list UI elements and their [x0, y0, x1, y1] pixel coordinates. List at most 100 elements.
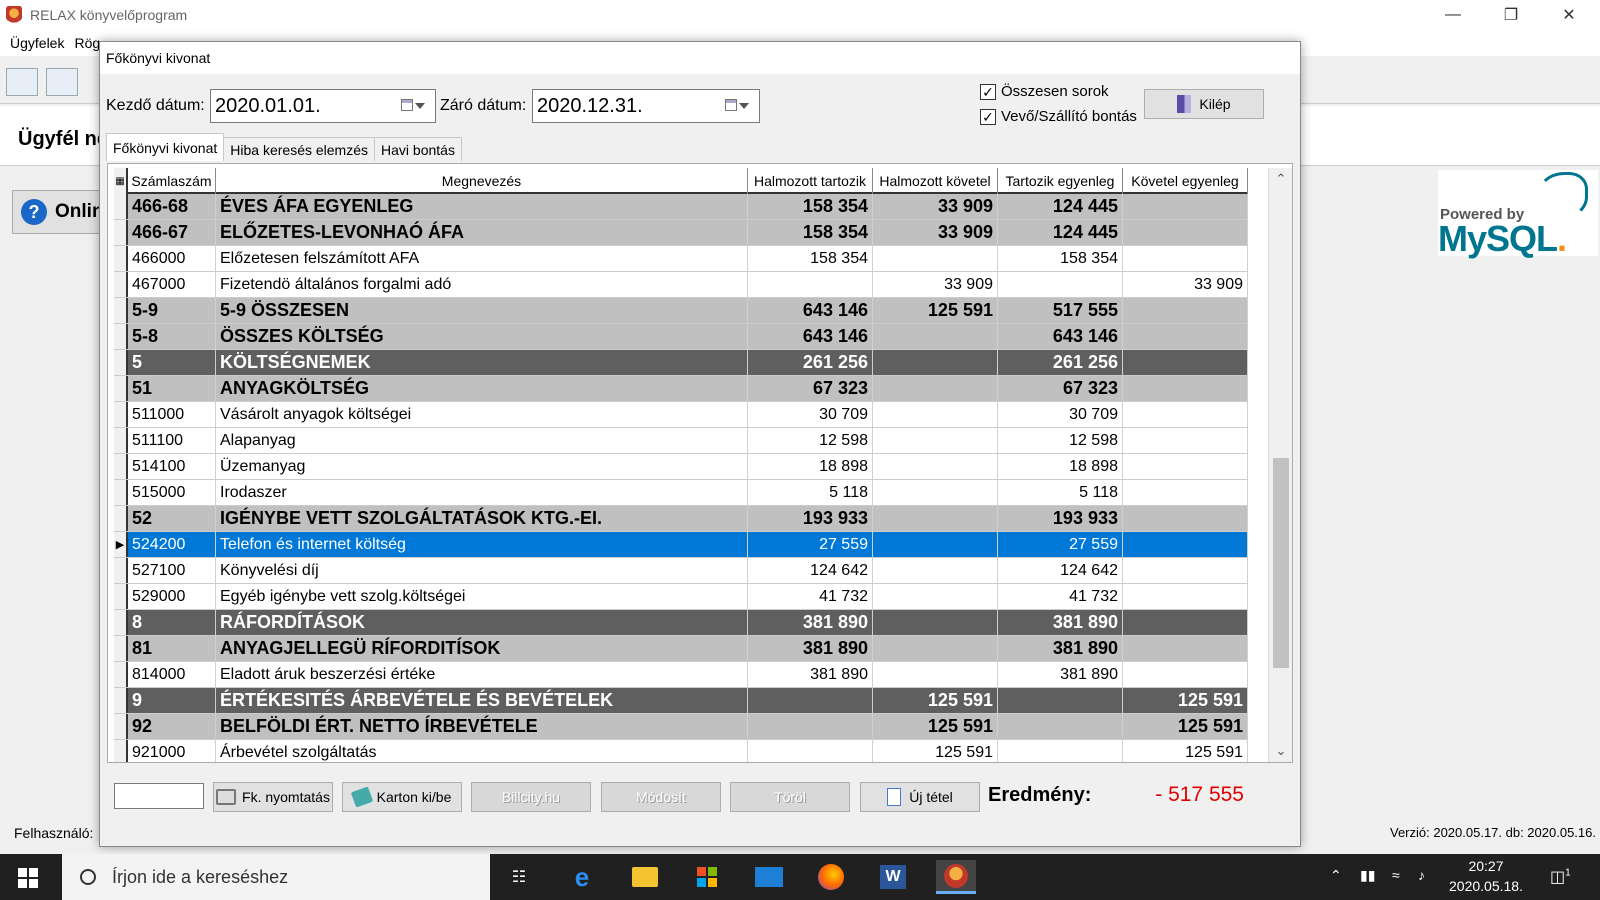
row-indicator[interactable]	[114, 506, 128, 531]
row-indicator[interactable]	[114, 636, 128, 661]
row-indicator[interactable]	[114, 298, 128, 323]
col-account-number[interactable]: Számlaszám	[128, 168, 216, 194]
row-indicator[interactable]	[114, 454, 128, 479]
grid-scrollbar[interactable]: ⌃ ⌄	[1268, 168, 1292, 762]
start-date-input[interactable]: 2020.01.01.	[210, 89, 436, 123]
table-row[interactable]: 529000 Egyéb igénybe vett szolg.költségei…	[114, 584, 1248, 610]
tab-monthly-breakdown[interactable]: Havi bontás	[374, 137, 462, 161]
checkbox-icon[interactable]: ✓	[980, 83, 996, 100]
restore-icon[interactable]: ❐	[1482, 0, 1540, 30]
ledger-grid[interactable]: ▦ Számlaszám Megnevezés Halmozott tartoz…	[114, 168, 1248, 762]
table-row[interactable]: 466-67 ELŐZETES-LEVONHAÓ ÁFA 158 354 33 909…	[114, 220, 1248, 246]
row-indicator[interactable]	[114, 688, 128, 713]
row-indicator[interactable]	[114, 376, 128, 401]
row-indicator[interactable]	[114, 610, 128, 635]
total-rows-checkbox[interactable]: ✓ Összesen sorok	[980, 83, 1109, 100]
col-cumulative-debit[interactable]: Halmozott tartozik	[748, 168, 873, 194]
store-icon[interactable]	[690, 860, 724, 894]
row-indicator[interactable]	[114, 350, 128, 375]
table-row[interactable]: 466-68 ÉVES ÁFA EGYENLEG 158 354 33 909 124 …	[114, 194, 1248, 220]
customer-supplier-split-checkbox[interactable]: ✓ Vevő/Szállító bontás	[980, 108, 1137, 125]
windows-start-icon[interactable]	[18, 868, 38, 888]
table-row[interactable]: 51 ANYAGKÖLTSÉG 67 323 67 323	[114, 376, 1248, 402]
mail-icon[interactable]	[46, 68, 78, 96]
table-row[interactable]: 466000 Előzetesen felszámított AFA 158 354…	[114, 246, 1248, 272]
tab-general-ledger[interactable]: Főkönyvi kivonat	[106, 133, 225, 161]
row-indicator[interactable]	[114, 220, 128, 245]
col-cumulative-credit[interactable]: Halmozott követel	[873, 168, 998, 194]
tray-chevron-icon[interactable]: ⌃	[1330, 867, 1342, 884]
wifi-icon[interactable]: ≈	[1392, 867, 1400, 883]
delete-button[interactable]: Töröl	[730, 782, 850, 812]
cell-account-number: 529000	[128, 584, 216, 609]
billcity-button[interactable]: Billcity.hu	[471, 782, 591, 812]
end-date-input[interactable]: 2020.12.31.	[532, 89, 760, 123]
table-row[interactable]: 511100 Alapanyag 12 598 12 598	[114, 428, 1248, 454]
row-indicator[interactable]	[114, 714, 128, 739]
taskbar-clock[interactable]: 20:27 2020.05.18.	[1446, 856, 1526, 896]
table-row[interactable]: 52 IGÉNYBE VETT SZOLGÁLTATÁSOK KTG.-EI. 19…	[114, 506, 1248, 532]
calendar-dropdown-icon[interactable]	[401, 99, 427, 113]
scroll-up-icon[interactable]: ⌃	[1269, 168, 1293, 190]
row-indicator[interactable]	[114, 272, 128, 297]
table-row[interactable]: 5-9 5-9 ÖSSZESEN 643 146 125 591 517 555	[114, 298, 1248, 324]
table-row[interactable]: 81 ANYAGJELLEGÜ RÍFORDITÍSOK 381 890 381 89…	[114, 636, 1248, 662]
checkbox-icon[interactable]: ✓	[980, 108, 996, 125]
table-row[interactable]: 5-8 ÖSSZES KÖLTSÉG 643 146 643 146	[114, 324, 1248, 350]
col-debit-balance[interactable]: Tartozik egyenleg	[998, 168, 1123, 194]
modify-button[interactable]: Módosít	[601, 782, 721, 812]
cell-name: ÖSSZES KÖLTSÉG	[216, 324, 748, 349]
notification-icon[interactable]: ◫1	[1550, 867, 1571, 887]
row-indicator[interactable]	[114, 584, 128, 609]
scroll-thumb[interactable]	[1273, 458, 1289, 668]
table-row[interactable]: 814000 Eladott áruk beszerzési értéke 381 …	[114, 662, 1248, 688]
table-row[interactable]: ▶ 524200 Telefon és internet költség 27 559…	[114, 532, 1248, 558]
search-code-input[interactable]	[114, 783, 204, 809]
new-item-button[interactable]: Új tétel	[860, 782, 980, 812]
table-row[interactable]: 9 ÉRTÉKESITÉS ÁRBEVÉTELE ÉS BEVÉTELEK 125 …	[114, 688, 1248, 714]
row-indicator[interactable]	[114, 558, 128, 583]
row-indicator[interactable]	[114, 428, 128, 453]
table-row[interactable]: 92 BELFÖLDI ÉRT. NETTO ÍRBEVÉTELE 125 591 1…	[114, 714, 1248, 740]
row-indicator[interactable]	[114, 740, 128, 762]
taskbar-search-box[interactable]: Írjon ide a kereséshez	[62, 854, 490, 900]
firefox-icon[interactable]	[814, 860, 848, 894]
row-indicator[interactable]	[114, 194, 128, 219]
calendar-dropdown-icon[interactable]	[725, 99, 751, 113]
card-toggle-button[interactable]: Karton ki/be	[342, 782, 462, 812]
row-indicator[interactable]	[114, 480, 128, 505]
battery-icon[interactable]: ▮▮	[1360, 867, 1375, 884]
mail-app-icon[interactable]	[752, 860, 786, 894]
volume-icon[interactable]: ♪	[1418, 867, 1425, 883]
row-indicator[interactable]	[114, 662, 128, 687]
close-icon[interactable]: ✕	[1540, 0, 1598, 30]
table-row[interactable]: 514100 Üzemanyag 18 898 18 898	[114, 454, 1248, 480]
relax-app-icon[interactable]	[936, 860, 976, 894]
contacts-card-icon[interactable]	[6, 68, 38, 96]
row-indicator[interactable]	[114, 324, 128, 349]
col-name[interactable]: Megnevezés	[216, 168, 748, 194]
table-row[interactable]: 511000 Vásárolt anyagok költségei 30 709 30…	[114, 402, 1248, 428]
row-indicator[interactable]	[114, 246, 128, 271]
print-ledger-button[interactable]: Fk. nyomtatás	[213, 782, 333, 812]
tab-error-analysis[interactable]: Hiba keresés elemzés	[223, 137, 376, 161]
table-row[interactable]: 527100 Könyvelési díj 124 642 124 642	[114, 558, 1248, 584]
grid-menu-icon[interactable]: ▦	[114, 168, 128, 194]
col-credit-balance[interactable]: Követel egyenleg	[1123, 168, 1248, 194]
menu-ugyfelek[interactable]: Ügyfelek	[0, 35, 74, 51]
file-explorer-icon[interactable]	[628, 860, 662, 894]
exit-button[interactable]: Kilép	[1144, 89, 1264, 119]
table-row[interactable]: 467000 Fizetendö általános forgalmi adó 33…	[114, 272, 1248, 298]
scroll-down-icon[interactable]: ⌄	[1269, 740, 1293, 762]
table-row[interactable]: 8 RÁFORDÍTÁSOK 381 890 381 890	[114, 610, 1248, 636]
word-icon[interactable]: W	[876, 860, 910, 894]
table-row[interactable]: 5 KÖLTSÉGNEMEK 261 256 261 256	[114, 350, 1248, 376]
cell-cumulative-debit: 261 256	[748, 350, 873, 375]
minimize-icon[interactable]: —	[1424, 0, 1482, 30]
row-indicator[interactable]	[114, 402, 128, 427]
table-row[interactable]: 515000 Irodaszer 5 118 5 118	[114, 480, 1248, 506]
edge-browser-icon[interactable]: e	[565, 860, 599, 894]
table-row[interactable]: 921000 Árbevétel szolgáltatás 125 591 125 5…	[114, 740, 1248, 762]
row-indicator[interactable]: ▶	[114, 532, 128, 557]
task-view-icon[interactable]: ☷	[502, 860, 536, 894]
